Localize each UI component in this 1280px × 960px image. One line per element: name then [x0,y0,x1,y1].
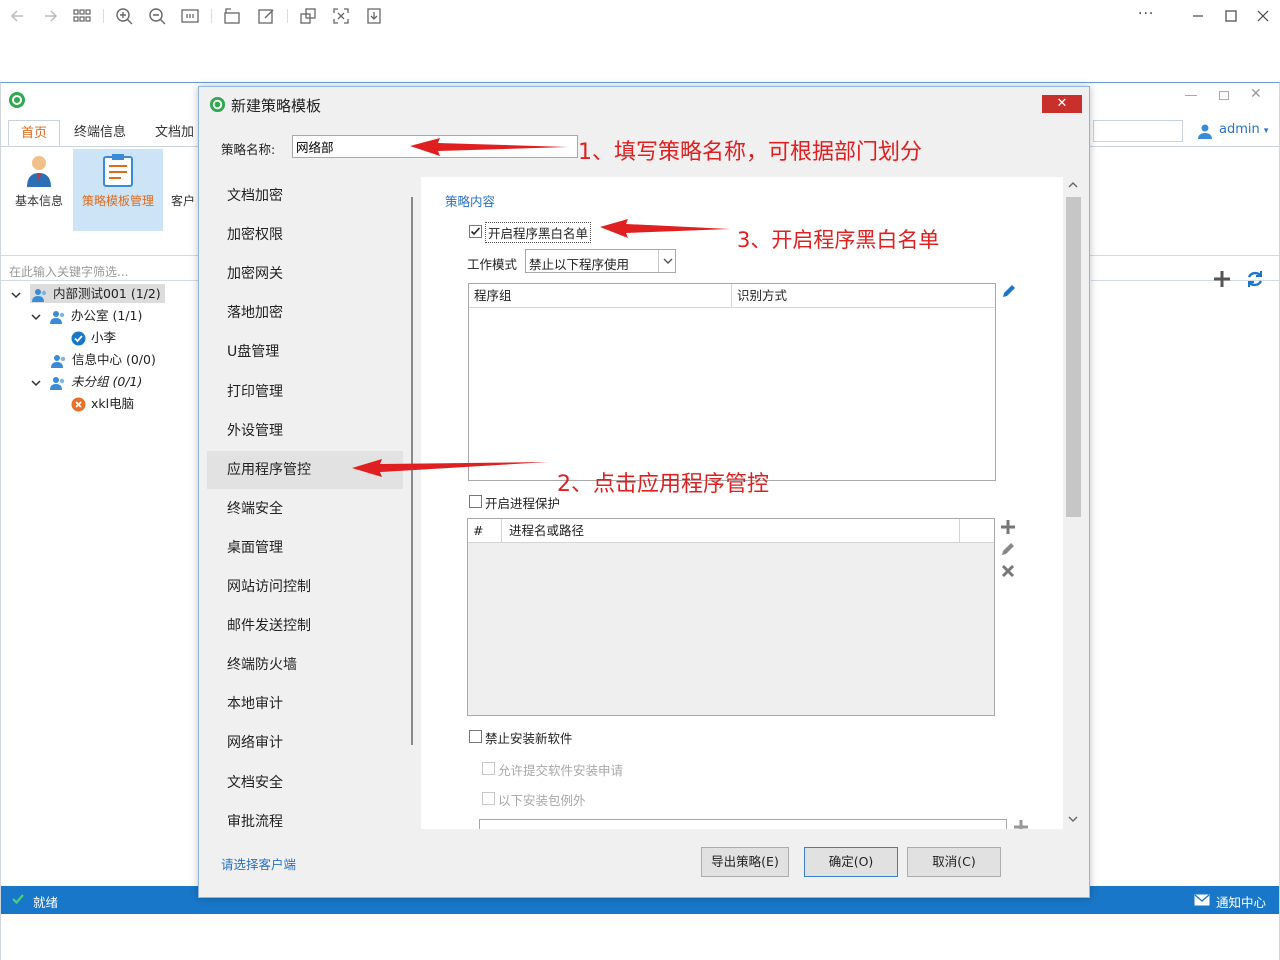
annotation-arrow-1 [410,138,568,156]
annotation-arrow-2 [352,459,548,477]
annotation-step-1: 1、填写策略名称，可根据部门划分 [578,140,922,165]
annotation-step-2: 2、点击应用程序管控 [557,472,769,497]
annotation-step-3: 3、开启程序黑白名单 [737,228,940,252]
annotation-arrow-3 [600,219,730,238]
